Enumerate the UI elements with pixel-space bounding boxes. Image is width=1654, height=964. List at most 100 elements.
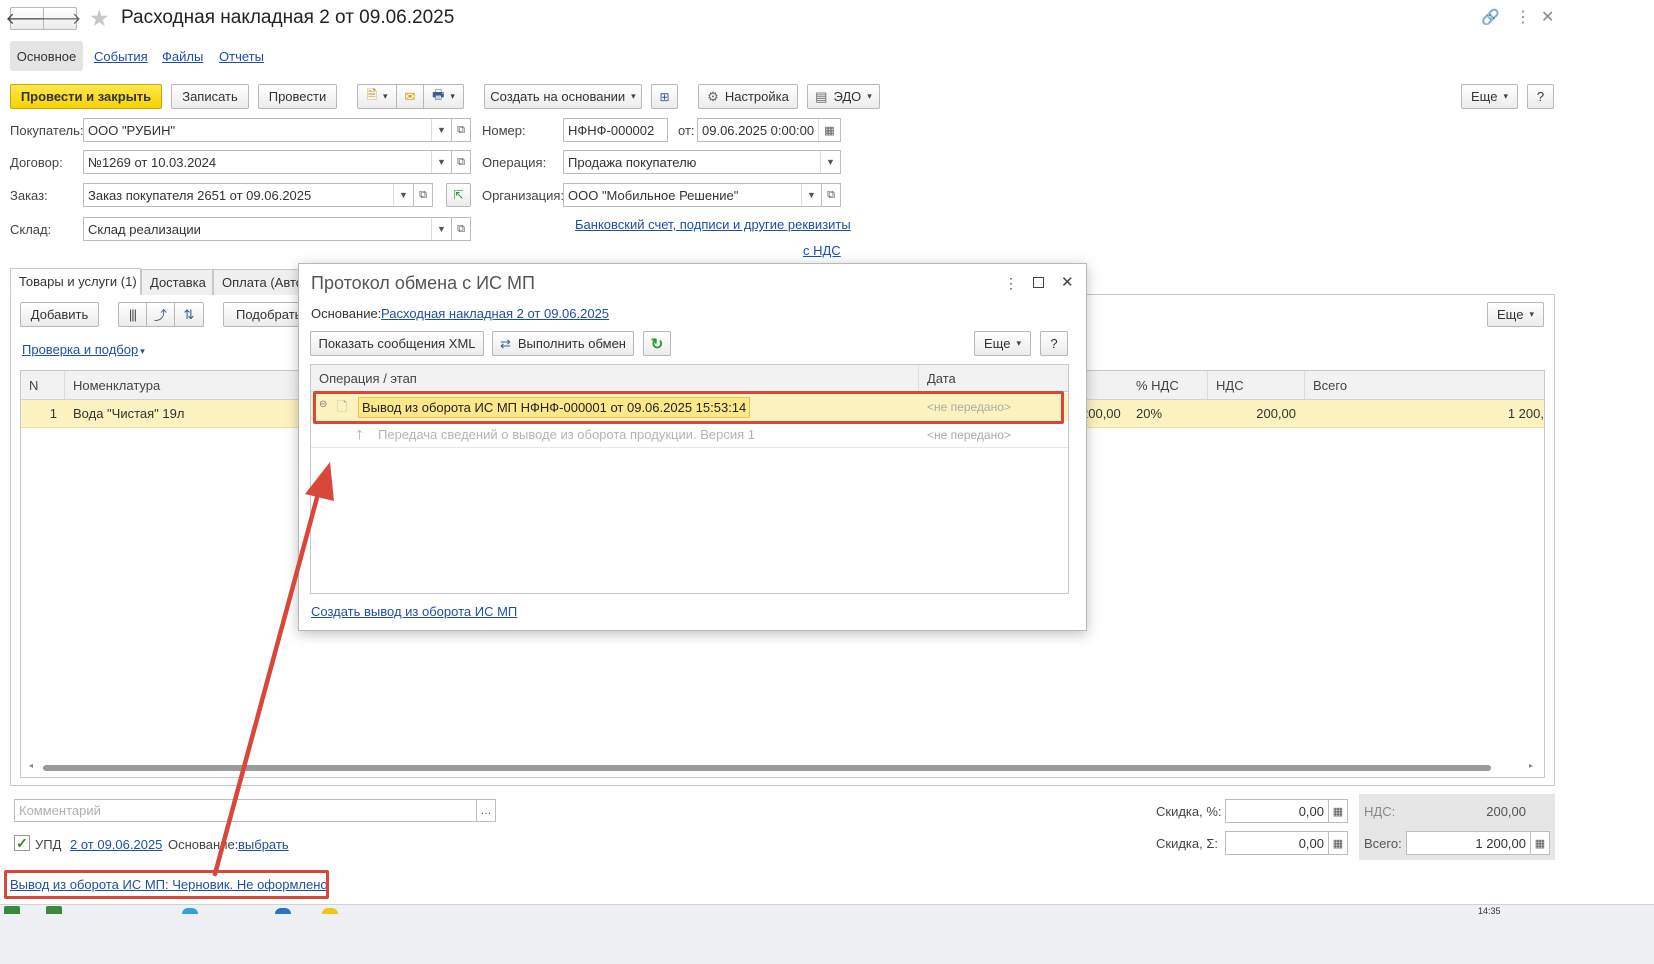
comment-expand-button[interactable]: … xyxy=(476,799,496,822)
run-exchange-button[interactable]: ⇄ Выполнить обмен xyxy=(492,331,634,356)
fill-from-order-button[interactable]: ⇱ xyxy=(446,183,471,207)
close-dialog-icon[interactable]: ✕ xyxy=(1061,273,1074,291)
write-button[interactable]: Записать xyxy=(171,84,249,109)
exchange-row[interactable]: 🡑 Передача сведений о выводе из оборота … xyxy=(311,422,1068,448)
dialog-basis-link[interactable]: Расходная накладная 2 от 09.06.2025 xyxy=(381,306,609,321)
open-contract-button[interactable]: ⧉ xyxy=(451,150,471,174)
date-label: от: xyxy=(678,123,695,138)
open-order-button[interactable]: ⧉ xyxy=(413,183,433,207)
discount-pct-field[interactable]: 0,00 xyxy=(1225,799,1329,823)
link-icon[interactable]: 🔗 xyxy=(1481,8,1500,26)
warehouse-field[interactable]: Склад реализации ▼ xyxy=(83,217,452,241)
vat-mode-link[interactable]: с НДС xyxy=(803,243,841,258)
dialog-more-button[interactable]: Еще ▾ xyxy=(974,331,1031,356)
buyer-field[interactable]: ООО "РУБИН" ▼ xyxy=(83,118,452,142)
scrollbar-thumb[interactable] xyxy=(43,765,1491,771)
col-header-date[interactable]: Дата xyxy=(919,365,1068,392)
post-and-close-button[interactable]: Провести и закрыть xyxy=(10,84,162,109)
create-withdrawal-link[interactable]: Создать вывод из оборота ИС МП xyxy=(311,604,517,619)
horizontal-scrollbar[interactable]: ◂ ▸ xyxy=(29,761,1536,773)
col-header-item[interactable]: Номенклатура xyxy=(65,371,301,399)
tab-payment[interactable]: Оплата (Авто xyxy=(213,269,303,295)
app-icon[interactable] xyxy=(182,908,198,914)
col-header-vat[interactable]: НДС xyxy=(1208,371,1305,399)
more-button[interactable]: Еще ▾ xyxy=(1461,84,1518,109)
close-window-icon[interactable]: ✕ xyxy=(1541,7,1554,27)
app-icon[interactable] xyxy=(322,908,338,914)
print-button[interactable]: 🖶 ▾ xyxy=(423,84,464,109)
add-row-button[interactable]: Добавить xyxy=(20,302,99,327)
upd-checkbox[interactable]: ✓ xyxy=(14,835,30,851)
printer-icon: 🖶 xyxy=(432,86,445,102)
col-header-total[interactable]: Всего xyxy=(1305,371,1544,399)
tab-delivery[interactable]: Доставка xyxy=(141,269,213,295)
dialog-help-button[interactable]: ? xyxy=(1040,331,1068,356)
print-forms-button[interactable]: 🗎 ▾ xyxy=(357,84,397,109)
chevron-down-icon[interactable]: ▼ xyxy=(820,151,840,173)
chevron-down-icon[interactable]: ▼ xyxy=(431,218,451,240)
operation-field[interactable]: Продажа покупателю ▼ xyxy=(563,150,841,174)
basis-choose-link[interactable]: выбрать xyxy=(238,837,289,852)
check-and-pick-menu[interactable]: Проверка и подбор ▾ xyxy=(22,342,145,357)
start-icon[interactable] xyxy=(4,906,20,914)
favorite-star-icon[interactable]: ★ xyxy=(89,5,110,32)
calendar-icon[interactable]: ▦ xyxy=(818,119,840,141)
organization-field[interactable]: ООО "Мобильное Решение" ▼ xyxy=(563,183,822,207)
nav-tab-events[interactable]: События xyxy=(94,49,148,64)
grand-total-field[interactable]: 1 200,00 xyxy=(1406,831,1531,855)
nav-tab-reports[interactable]: Отчеты xyxy=(219,49,264,64)
contract-field[interactable]: №1269 от 10.03.2024 ▼ xyxy=(83,150,452,174)
chevron-down-icon[interactable]: ▼ xyxy=(431,119,451,141)
maximize-icon[interactable] xyxy=(1033,277,1044,288)
barcode-button[interactable]: ||| xyxy=(118,302,147,327)
bank-details-link[interactable]: Банковский счет, подписи и другие реквиз… xyxy=(575,217,851,232)
date-value: 09.06.2025 0:00:00 xyxy=(702,122,815,138)
open-buyer-button[interactable]: ⧉ xyxy=(451,118,471,142)
col-header-n[interactable]: N xyxy=(21,371,65,399)
discount-sum-label: Скидка, Σ: xyxy=(1156,836,1218,851)
post-button[interactable]: Провести xyxy=(258,84,337,109)
send-email-button[interactable]: ✉ xyxy=(396,84,424,109)
structure-button[interactable]: ⊞ xyxy=(651,84,678,109)
calculator-button[interactable]: ▦ xyxy=(1328,799,1348,823)
scroll-right-icon[interactable]: ▸ xyxy=(1529,761,1533,770)
open-organization-button[interactable]: ⧉ xyxy=(821,183,841,207)
tab-goods[interactable]: Товары и услуги (1) xyxy=(10,268,141,295)
open-warehouse-button[interactable]: ⧉ xyxy=(451,217,471,241)
check-and-pick-link[interactable]: Проверка и подбор xyxy=(22,342,138,357)
scan-button[interactable]: ⤴ xyxy=(146,302,175,327)
order-field[interactable]: Заказ покупателя 2651 от 09.06.2025 ▼ xyxy=(83,183,414,207)
refresh-button[interactable]: ↻ xyxy=(643,331,671,356)
forward-button[interactable]: 🡒 xyxy=(39,7,81,30)
chevron-down-icon[interactable]: ▼ xyxy=(393,184,413,206)
scroll-left-icon[interactable]: ◂ xyxy=(29,761,33,770)
cell-vat: 200,00 xyxy=(1256,406,1296,421)
date-field[interactable]: 09.06.2025 0:00:00 ▦ xyxy=(697,118,841,142)
number-field[interactable]: НФНФ-000002 xyxy=(563,118,668,142)
settings-label: Настройка xyxy=(724,89,789,104)
pick-button[interactable]: Подобрать xyxy=(223,302,303,327)
nav-tab-main[interactable]: Основное xyxy=(10,41,83,71)
nav-tab-files[interactable]: Файлы xyxy=(162,49,203,64)
edo-button[interactable]: ▤ ЭДО ▾ xyxy=(807,84,880,109)
discount-sum-field[interactable]: 0,00 xyxy=(1225,831,1329,855)
app-icon[interactable] xyxy=(275,908,291,914)
settings-button[interactable]: ⚙ Настройка xyxy=(698,84,798,109)
check-codes-button[interactable]: ⇅ xyxy=(174,302,204,327)
app-icon[interactable] xyxy=(46,906,62,914)
col-header-operation[interactable]: Операция / этап xyxy=(311,365,919,392)
calculator-button[interactable]: ▦ xyxy=(1530,831,1550,855)
chevron-down-icon[interactable]: ▼ xyxy=(431,151,451,173)
chevron-down-icon[interactable]: ▼ xyxy=(801,184,821,206)
help-button[interactable]: ? xyxy=(1527,84,1554,109)
more-vertical-icon[interactable]: ⋮ xyxy=(1004,275,1018,292)
show-xml-button[interactable]: Показать сообщения XML xyxy=(310,331,484,356)
table-more-button[interactable]: Еще ▾ xyxy=(1487,302,1544,327)
comment-input[interactable]: Комментарий xyxy=(14,799,477,822)
col-header-vat-rate[interactable]: % НДС xyxy=(1128,371,1208,399)
create-based-on-button[interactable]: Создать на основании ▾ xyxy=(484,84,642,109)
upd-link[interactable]: 2 от 09.06.2025 xyxy=(70,837,162,852)
calculator-button[interactable]: ▦ xyxy=(1328,831,1348,855)
checkmark-icon: ✓ xyxy=(16,835,28,851)
more-vertical-icon[interactable]: ⋮ xyxy=(1515,7,1531,27)
